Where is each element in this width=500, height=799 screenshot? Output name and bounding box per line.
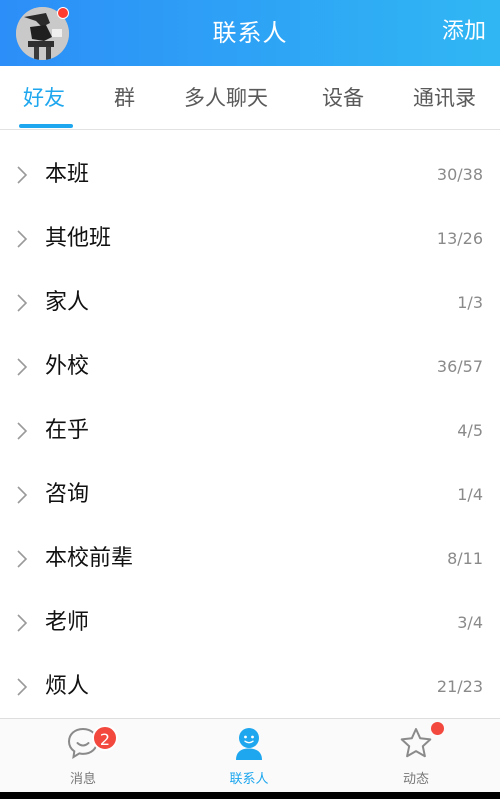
group-name: 咨询 bbox=[45, 482, 90, 507]
group-row[interactable]: 外校 36/57 bbox=[0, 335, 500, 399]
group-name: 老师 bbox=[45, 610, 90, 635]
nav-messages-label: 消息 bbox=[69, 772, 96, 787]
nav-moments-label: 动态 bbox=[402, 772, 429, 787]
group-online-count: 21/23 bbox=[436, 677, 483, 696]
tab-groups[interactable]: 群 bbox=[114, 66, 135, 130]
group-name: 外校 bbox=[45, 354, 90, 379]
group-online-count: 13/26 bbox=[436, 229, 483, 248]
group-online-count: 36/57 bbox=[436, 357, 483, 376]
friend-group-list: 本班 30/38 其他班 13/26 家人 1/3 外校 36/57 在乎 4/… bbox=[0, 143, 500, 719]
group-name: 家人 bbox=[45, 290, 90, 315]
group-name: 在乎 bbox=[45, 418, 90, 443]
moments-notification-dot bbox=[431, 722, 444, 735]
person-icon bbox=[236, 728, 262, 760]
page-title: 联系人 bbox=[212, 19, 288, 47]
top-bar: 联系人 添加 bbox=[0, 0, 500, 66]
group-online-count: 8/11 bbox=[447, 549, 483, 568]
chevron-right-icon bbox=[17, 486, 28, 504]
nav-contacts[interactable]: 联系人 bbox=[199, 719, 299, 793]
group-name: 其他班 bbox=[45, 226, 112, 251]
group-row[interactable]: 烦人 21/23 bbox=[0, 655, 500, 719]
tab-devices[interactable]: 设备 bbox=[322, 66, 364, 130]
group-row[interactable]: 本班 30/38 bbox=[0, 143, 500, 207]
chevron-right-icon bbox=[17, 230, 28, 248]
group-name: 本校前辈 bbox=[45, 546, 134, 571]
group-online-count: 3/4 bbox=[457, 613, 483, 632]
tab-address-book[interactable]: 通讯录 bbox=[413, 66, 476, 130]
tab-multi-chat[interactable]: 多人聊天 bbox=[184, 66, 268, 130]
group-online-count: 4/5 bbox=[457, 421, 483, 440]
chevron-right-icon bbox=[17, 358, 28, 376]
group-row[interactable]: 家人 1/3 bbox=[0, 271, 500, 335]
nav-messages[interactable]: 消息 bbox=[33, 719, 133, 793]
tab-friends[interactable]: 好友 bbox=[23, 66, 65, 130]
nav-contacts-label: 联系人 bbox=[229, 772, 269, 787]
system-bar bbox=[0, 792, 500, 799]
active-tab-indicator bbox=[19, 124, 73, 128]
star-icon bbox=[400, 728, 432, 758]
group-name: 烦人 bbox=[45, 674, 90, 699]
bottom-nav: 消息 2 联系人 动态 bbox=[0, 718, 500, 792]
chevron-right-icon bbox=[17, 614, 28, 632]
chevron-right-icon bbox=[17, 422, 28, 440]
group-online-count: 1/4 bbox=[457, 485, 483, 504]
group-row[interactable]: 咨询 1/4 bbox=[0, 463, 500, 527]
add-button[interactable]: 添加 bbox=[442, 0, 486, 66]
chevron-right-icon bbox=[17, 294, 28, 312]
nav-moments[interactable]: 动态 bbox=[366, 719, 466, 793]
group-row[interactable]: 本校前辈 8/11 bbox=[0, 527, 500, 591]
group-row[interactable]: 其他班 13/26 bbox=[0, 207, 500, 271]
chevron-right-icon bbox=[17, 678, 28, 696]
chevron-right-icon bbox=[17, 166, 28, 184]
unread-badge: 2 bbox=[92, 725, 118, 751]
group-row[interactable]: 在乎 4/5 bbox=[0, 399, 500, 463]
group-row[interactable]: 老师 3/4 bbox=[0, 591, 500, 655]
chevron-right-icon bbox=[17, 550, 28, 568]
group-name: 本班 bbox=[45, 162, 90, 187]
group-online-count: 30/38 bbox=[436, 165, 483, 184]
group-online-count: 1/3 bbox=[457, 293, 483, 312]
tab-bar: 好友 群 多人聊天 设备 通讯录 bbox=[0, 66, 500, 130]
